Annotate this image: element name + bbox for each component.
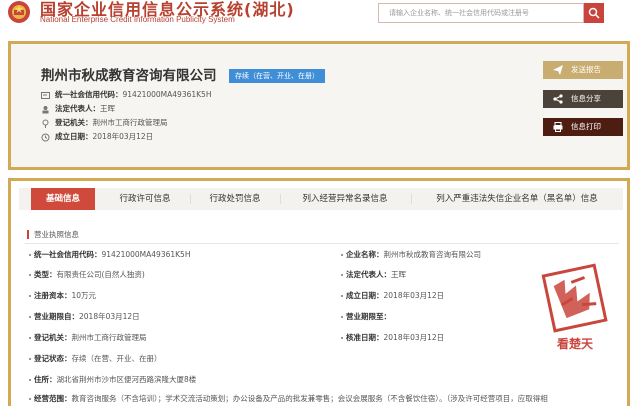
field-registration-status: 登记状态：存续（在营、开业、在册） <box>29 353 162 364</box>
field-registration-authority: 登记机关：荆州市工商行政管理局 <box>29 332 147 343</box>
company-summary-card: 荆州市秋成教育咨询有限公司 存续（在营、开业、在册） 统一社会信用代码：9142… <box>8 41 630 170</box>
tab-divider <box>280 194 281 204</box>
tab-admin-penalty[interactable]: 行政处罚信息 <box>195 188 275 210</box>
share-info-button[interactable]: 信息分享 <box>543 90 623 108</box>
field-address: 住所：湖北省荆州市沙市区便河西路滨隆大厦8楼 <box>29 374 196 385</box>
field-credit-code: 统一社会信用代码：91421000MA49361K5H <box>29 249 190 260</box>
tab-bar: 基础信息 行政许可信息 行政处罚信息 列入经营异常名录信息 列入严重违法失信企业… <box>19 188 623 210</box>
search-button[interactable] <box>584 3 604 23</box>
national-emblem-icon <box>8 1 30 23</box>
location-icon <box>42 119 49 128</box>
info-registration-authority: 登记机关：荆州市工商行政管理局 <box>41 117 168 129</box>
field-established-date: 成立日期：2018年03月12日 <box>341 290 444 301</box>
id-card-icon <box>41 91 50 99</box>
tab-divider <box>190 194 191 204</box>
clock-icon <box>41 133 50 141</box>
field-term-to: 营业期限至： <box>341 311 391 322</box>
field-business-scope: 经营范围：教育咨询服务（不含培训）；学术交流活动策划；办公设备及产品的批发兼零售… <box>29 393 599 405</box>
info-credit-code: 统一社会信用代码：91421000MA49361K5H <box>41 89 211 101</box>
section-divider <box>25 243 619 244</box>
status-badge: 存续（在营、开业、在册） <box>229 69 325 83</box>
tab-abnormal-operation[interactable]: 列入经营异常名录信息 <box>285 188 405 210</box>
chutian-stamp-logo: 看楚天 <box>541 263 608 351</box>
section-title: 营业执照信息 <box>27 230 79 239</box>
info-legal-rep: 法定代表人：王晖 <box>41 103 115 115</box>
print-info-button[interactable]: 信息打印 <box>543 118 623 136</box>
search-icon <box>588 7 600 19</box>
send-report-button[interactable]: 发送报告 <box>543 61 623 79</box>
stamp-text: 看楚天 <box>557 336 594 351</box>
tab-divider <box>411 194 412 204</box>
person-icon <box>42 105 49 113</box>
search-input[interactable]: 请输入企业名称、统一社会信用代码或注册号 <box>378 3 584 23</box>
site-subtitle: National Enterprise Credit Information P… <box>40 15 235 24</box>
tab-admin-license[interactable]: 行政许可信息 <box>105 188 185 210</box>
info-established-date: 成立日期：2018年03月12日 <box>41 131 153 143</box>
print-icon <box>553 122 563 132</box>
tab-basic-info[interactable]: 基础信息 <box>31 188 95 210</box>
detail-panel: 基础信息 行政许可信息 行政处罚信息 列入经营异常名录信息 列入严重违法失信企业… <box>8 178 630 406</box>
field-legal-rep: 法定代表人：王晖 <box>341 269 406 280</box>
field-registered-capital: 注册资本：10万元 <box>29 290 96 301</box>
share-icon <box>553 94 563 104</box>
site-header: 国家企业信用信息公示系统(湖北) National Enterprise Cre… <box>0 0 640 30</box>
send-icon <box>553 65 563 75</box>
company-name: 荆州市秋成教育咨询有限公司 <box>41 68 217 84</box>
tab-blacklist[interactable]: 列入严重违法失信企业名单（黑名单）信息 <box>419 188 615 210</box>
field-type: 类型：有限责任公司(自然人独资) <box>29 269 145 280</box>
field-approval-date: 核准日期：2018年03月12日 <box>341 332 444 343</box>
field-term-from: 营业期限自：2018年03月12日 <box>29 311 140 322</box>
field-company-name: 企业名称：荆州市秋成教育咨询有限公司 <box>341 249 481 260</box>
